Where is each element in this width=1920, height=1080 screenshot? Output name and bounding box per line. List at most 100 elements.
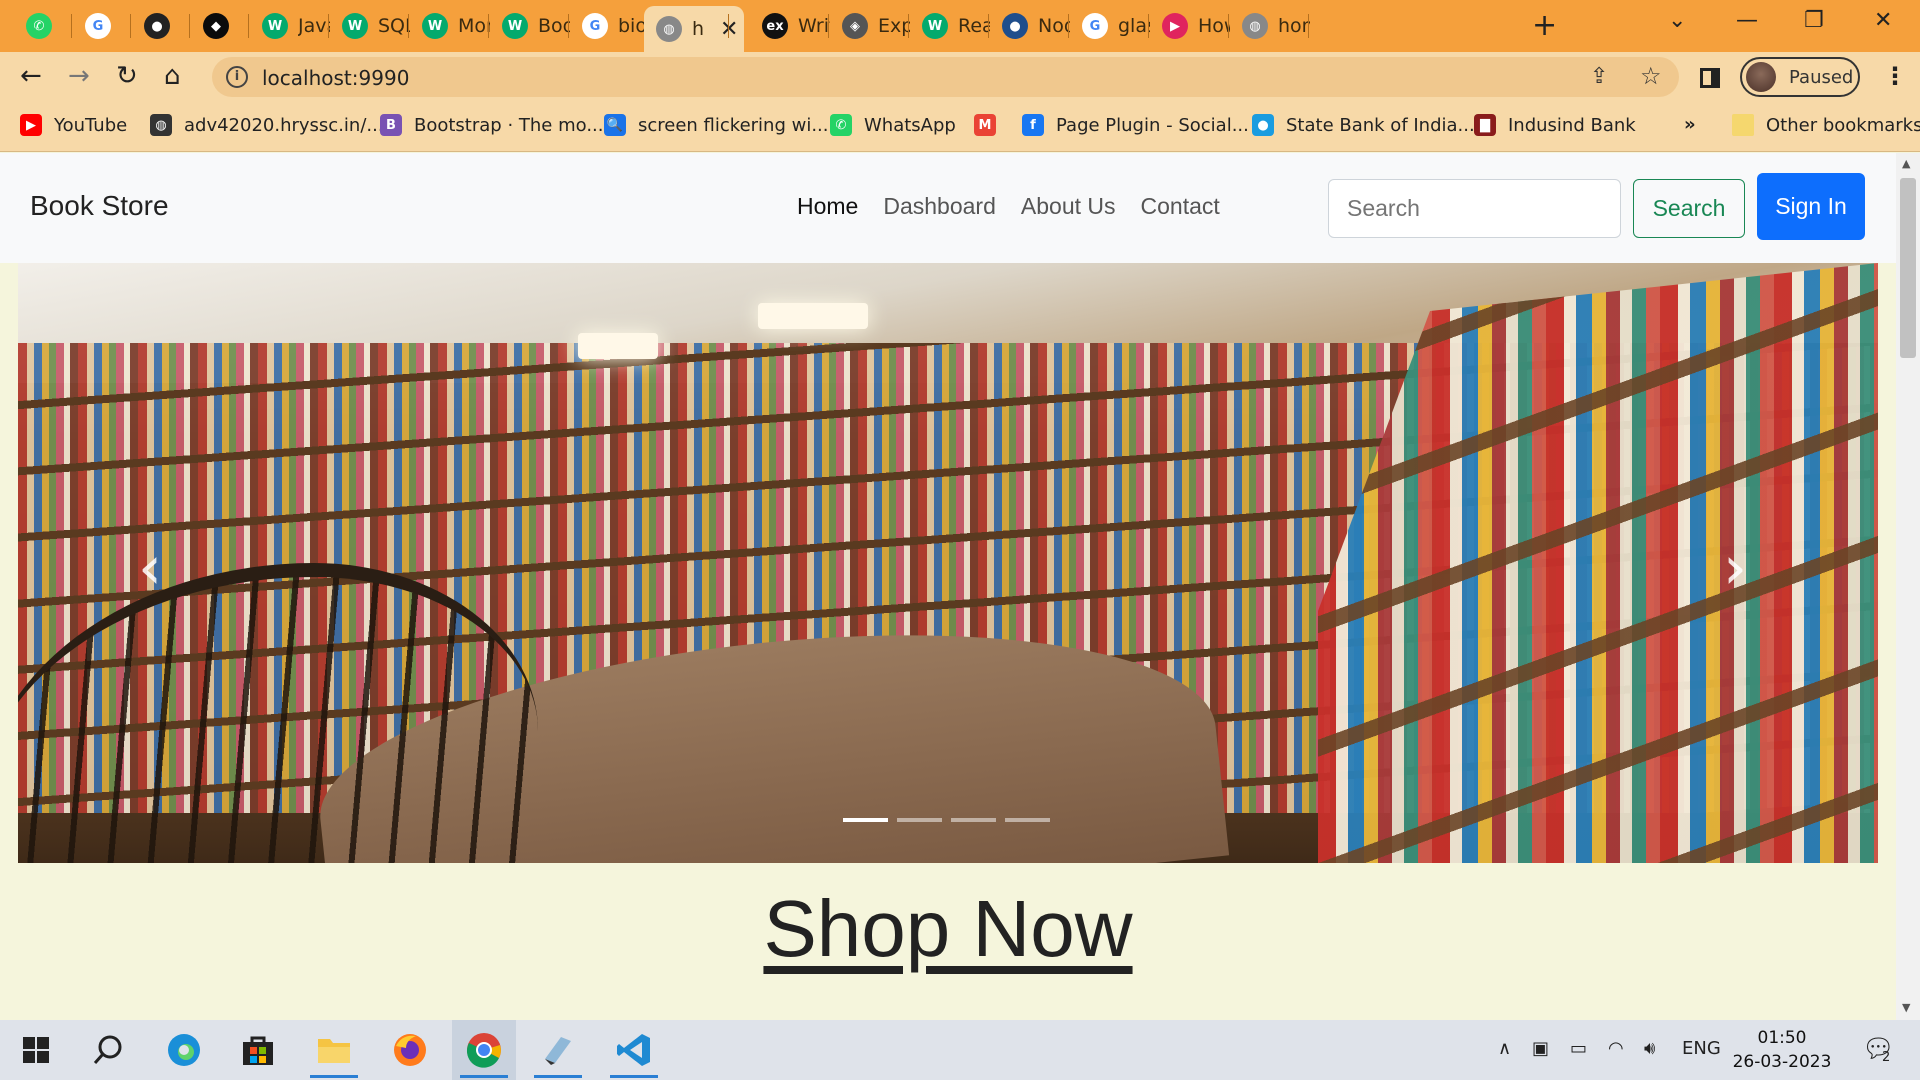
nav-contact[interactable]: Contact <box>1141 193 1220 220</box>
browser-tab[interactable]: ◍ h ✕ <box>644 6 744 52</box>
edge-icon[interactable] <box>152 1020 216 1080</box>
bookmark-item[interactable]: ● State Bank of India... <box>1252 114 1475 136</box>
address-bar[interactable]: i localhost:9990 ⇪ ☆ <box>212 57 1679 97</box>
bookmark-item[interactable]: ✆ WhatsApp <box>830 114 956 136</box>
new-tab-button[interactable]: + <box>1532 8 1557 43</box>
carousel-indicator[interactable] <box>1005 818 1050 822</box>
close-window-button[interactable]: ✕ <box>1874 8 1892 33</box>
meet-now-icon[interactable]: ▣ <box>1532 1038 1549 1059</box>
express-icon: ex <box>762 13 788 39</box>
browser-tab[interactable]: ● <box>132 6 191 46</box>
bookmark-item[interactable]: 🔍 screen flickering wi... <box>604 114 829 136</box>
minimize-button[interactable]: — <box>1736 8 1758 33</box>
windows-start-icon[interactable] <box>4 1020 68 1080</box>
tab-separator <box>488 14 489 38</box>
volume-icon[interactable]: 🔊︎ <box>1644 1038 1655 1059</box>
search-icon[interactable] <box>76 1020 140 1080</box>
system-clock[interactable]: 01:50 26-03-2023 <box>1732 1026 1832 1074</box>
side-panel-icon[interactable] <box>1700 68 1720 88</box>
forward-button[interactable]: → <box>68 62 90 90</box>
shop-now-link[interactable]: Shop Now <box>0 883 1896 975</box>
globe-icon: ◍ <box>656 16 682 42</box>
chrome-icon[interactable] <box>452 1020 516 1080</box>
webpage: Book Store Home Dashboard About Us Conta… <box>0 153 1896 1020</box>
bookmarks-overflow-button[interactable]: » <box>1684 114 1696 135</box>
site-info-icon[interactable]: i <box>226 66 248 88</box>
search-input[interactable] <box>1328 179 1621 238</box>
close-tab-icon[interactable]: ✕ <box>720 17 738 42</box>
scroll-down-icon[interactable]: ▼ <box>1902 1001 1910 1014</box>
bookmark-item[interactable]: M <box>974 114 1008 136</box>
carousel-indicator[interactable] <box>951 818 996 822</box>
w3schools-icon: W <box>342 13 368 39</box>
browser-tab[interactable]: ◈ Expr <box>830 6 910 46</box>
carousel-prev-button[interactable]: ‹ <box>138 533 162 603</box>
browser-tab[interactable]: W Mon <box>410 6 490 46</box>
nav-links: Home Dashboard About Us Contact <box>797 193 1220 220</box>
tab-separator <box>568 14 569 38</box>
browser-tab[interactable]: W Reac <box>910 6 990 46</box>
browser-tab[interactable]: ▶ How <box>1150 6 1230 46</box>
profile-button[interactable]: Paused <box>1740 57 1860 97</box>
tab-title: h <box>692 18 705 40</box>
bookmark-star-icon[interactable]: ☆ <box>1640 62 1662 90</box>
browser-tab[interactable]: W Boot <box>490 6 570 46</box>
sign-in-button[interactable]: Sign In <box>1757 173 1865 240</box>
browser-tab[interactable]: G <box>73 6 132 46</box>
globe-icon: ◍ <box>150 114 172 136</box>
home-button[interactable]: ⌂ <box>164 62 181 90</box>
firefox-icon[interactable] <box>378 1020 442 1080</box>
tab-search-icon[interactable]: ⌄ <box>1668 8 1686 33</box>
browser-tab[interactable]: Gbiog <box>570 6 650 46</box>
browser-tab[interactable]: ex Writ <box>750 6 830 46</box>
browser-tab[interactable]: ✆ <box>14 6 73 46</box>
bookmark-item[interactable]: ▶ YouTube <box>20 114 127 136</box>
file-explorer-icon[interactable] <box>302 1020 366 1080</box>
search-button[interactable]: Search <box>1633 179 1745 238</box>
url-text[interactable]: localhost:9990 <box>262 66 409 90</box>
browser-tab[interactable]: W SQL <box>330 6 410 46</box>
nav-dashboard[interactable]: Dashboard <box>883 193 996 220</box>
scroll-up-icon[interactable]: ▲ <box>1902 157 1910 170</box>
browser-tab[interactable]: W JavaS <box>250 6 330 46</box>
bookmark-item[interactable]: ◍ adv42020.hryssc.in/... <box>150 114 384 136</box>
whatsapp-icon: ✆ <box>26 13 52 39</box>
search-icon: 🔍 <box>604 114 626 136</box>
tab-title: JavaS <box>298 15 330 37</box>
nav-home[interactable]: Home <box>797 193 858 220</box>
notepad-icon[interactable] <box>526 1020 590 1080</box>
language-indicator[interactable]: ENG <box>1682 1038 1721 1059</box>
page-scrollbar[interactable]: ▲ ▼ <box>1896 153 1920 1020</box>
wifi-icon[interactable]: ◠ <box>1608 1038 1624 1059</box>
menu-icon[interactable]: ⋮ <box>1883 62 1907 90</box>
vscode-icon[interactable] <box>602 1020 666 1080</box>
carousel-indicator[interactable] <box>843 818 888 822</box>
microsoft-store-icon[interactable] <box>226 1020 290 1080</box>
show-hidden-icons[interactable]: ∧ <box>1498 1038 1511 1059</box>
tab-title: Writ <box>798 15 830 37</box>
youtube-icon: ▶ <box>20 114 42 136</box>
bookmark-item[interactable]: B Bootstrap · The mo... <box>380 114 603 136</box>
brand-logo[interactable]: Book Store <box>30 190 169 222</box>
tab-separator <box>988 14 989 38</box>
share-icon[interactable]: ⇪ <box>1590 64 1608 89</box>
browser-tab[interactable]: ◆ <box>191 6 250 46</box>
scrollbar-thumb[interactable] <box>1900 178 1916 358</box>
notification-center-icon[interactable]: 💬︎ 2 <box>1862 1034 1895 1065</box>
browser-tab[interactable]: ● Nod <box>990 6 1070 46</box>
other-bookmarks-folder[interactable]: Other bookmarks <box>1732 114 1920 136</box>
tab-separator <box>1148 14 1149 38</box>
browser-tab[interactable]: Gglas <box>1070 6 1150 46</box>
bookmark-item[interactable]: f Page Plugin - Social... <box>1022 114 1249 136</box>
browser-tab[interactable]: ◍ hom <box>1230 6 1310 46</box>
bookmark-item[interactable]: ▇ Indusind Bank <box>1474 114 1636 136</box>
reload-button[interactable]: ↻ <box>116 62 138 90</box>
nav-about-us[interactable]: About Us <box>1021 193 1116 220</box>
carousel-next-button[interactable]: › <box>1723 533 1747 603</box>
battery-icon[interactable]: ▭ <box>1570 1038 1587 1059</box>
facebook-icon: f <box>1022 114 1044 136</box>
carousel-indicator[interactable] <box>897 818 942 822</box>
tab-title: Mon <box>458 15 490 37</box>
back-button[interactable]: ← <box>20 62 42 90</box>
restore-button[interactable]: ❐ <box>1804 8 1824 33</box>
